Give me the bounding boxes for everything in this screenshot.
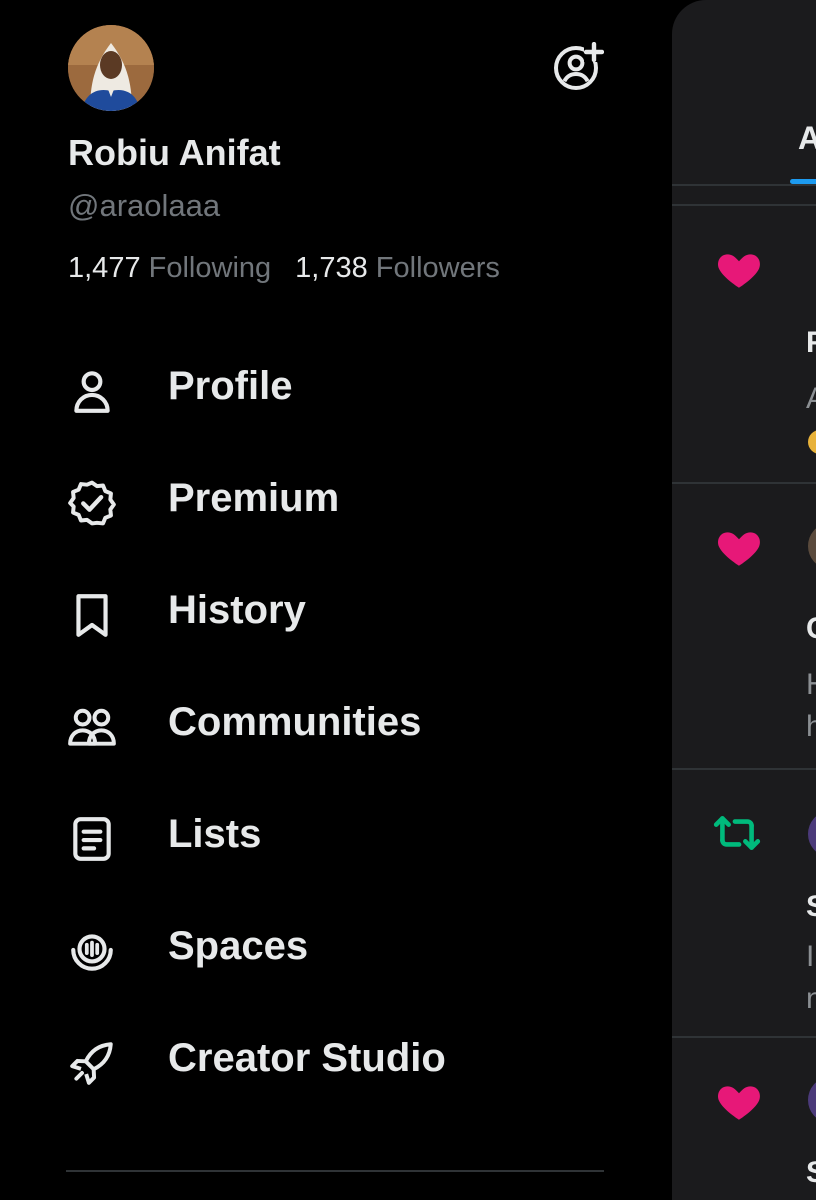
divider <box>672 1036 816 1038</box>
heart-icon <box>718 532 760 566</box>
user-handle[interactable]: @araolaaa <box>68 188 220 224</box>
notification-text-fragment: S <box>806 890 816 924</box>
menu-item-creator-studio[interactable]: Creator Studio <box>0 1006 672 1118</box>
rocket-icon <box>70 1042 113 1085</box>
microphone-icon <box>71 934 113 971</box>
notification-text-fragment: A <box>806 382 816 416</box>
notification-text-fragment: C <box>806 612 816 646</box>
menu-item-spaces[interactable]: Spaces <box>0 894 672 1006</box>
add-account-icon[interactable] <box>552 42 604 92</box>
notification-text-fragment: h <box>806 710 816 743</box>
divider <box>672 184 816 186</box>
verified-badge-icon <box>68 480 116 526</box>
bookmark-icon <box>76 594 108 637</box>
tab-all[interactable]: A <box>798 120 816 157</box>
notifications-page-background[interactable]: A F A C H h S I n <box>672 0 816 1200</box>
menu-item-label: History <box>168 588 306 632</box>
drawer-menu: Profile Premium History Communities List… <box>0 334 672 1118</box>
followers-link[interactable]: 1,738 Followers <box>295 252 500 284</box>
menu-item-profile[interactable]: Profile <box>0 334 672 446</box>
following-link[interactable]: 1,477 Following <box>68 252 271 284</box>
avatar-image <box>68 25 154 111</box>
menu-item-label: Premium <box>168 476 340 520</box>
menu-item-history[interactable]: History <box>0 558 672 670</box>
notification-text-fragment: n <box>806 982 816 1015</box>
notification-text-fragment: S <box>806 1156 816 1190</box>
repost-icon <box>713 816 761 850</box>
followers-count: 1,738 <box>295 252 368 284</box>
menu-item-label: Lists <box>168 812 262 856</box>
menu-item-label: Communities <box>168 700 422 744</box>
following-count: 1,477 <box>68 252 141 284</box>
navigation-drawer: Robiu Anifat @araolaaa 1,477 Following 1,… <box>0 0 672 1200</box>
follow-stats: 1,477 Following 1,738 Followers <box>68 252 500 285</box>
avatar[interactable] <box>808 812 816 856</box>
divider <box>672 204 816 206</box>
person-icon <box>74 371 110 413</box>
heart-icon <box>718 254 760 288</box>
people-icon <box>68 708 116 746</box>
notification-text-fragment: H <box>806 668 816 702</box>
divider <box>672 768 816 770</box>
app-screen: A F A C H h S I n <box>0 0 816 1200</box>
list-icon <box>73 817 111 861</box>
menu-item-label: Spaces <box>168 924 309 968</box>
followers-label: Followers <box>375 252 500 284</box>
emoji-icon <box>808 430 816 454</box>
heart-icon <box>718 1086 760 1120</box>
menu-item-label: Creator Studio <box>168 1036 446 1080</box>
menu-item-premium[interactable]: Premium <box>0 446 672 558</box>
drawer-divider <box>66 1170 604 1172</box>
avatar[interactable] <box>808 1078 816 1122</box>
profile-avatar[interactable] <box>68 25 154 111</box>
avatar[interactable] <box>808 524 816 568</box>
notification-text-fragment: I <box>806 940 815 973</box>
menu-item-communities[interactable]: Communities <box>0 670 672 782</box>
following-label: Following <box>148 252 272 284</box>
notification-text-fragment: F <box>806 326 816 359</box>
menu-item-label: Profile <box>168 364 293 408</box>
menu-item-lists[interactable]: Lists <box>0 782 672 894</box>
display-name[interactable]: Robiu Anifat <box>68 132 281 174</box>
divider <box>672 482 816 484</box>
